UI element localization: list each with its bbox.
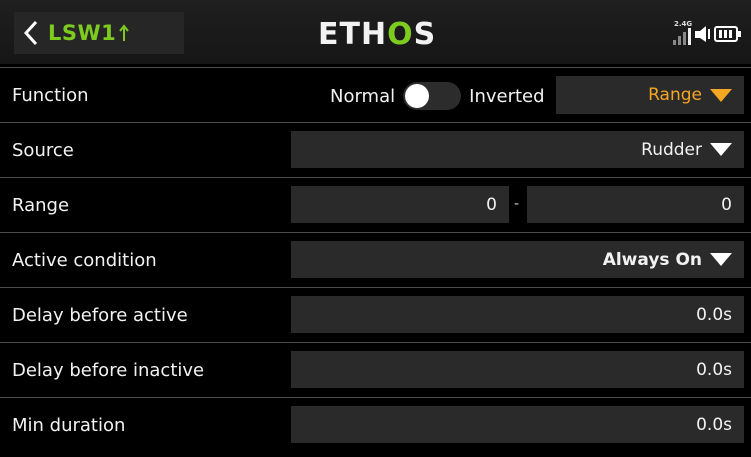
row-source: Source Rudder bbox=[0, 122, 751, 177]
battery-icon bbox=[714, 26, 741, 42]
delay-inactive-field[interactable]: 0.0s bbox=[291, 351, 744, 388]
row-delay-active: Delay before active 0.0s bbox=[0, 287, 751, 342]
row-range: Range 0 - 0 bbox=[0, 177, 751, 232]
speaker-icon bbox=[695, 26, 710, 42]
range-separator: - bbox=[514, 196, 520, 212]
toggle-knob bbox=[405, 84, 430, 108]
delay-inactive-label: Delay before inactive bbox=[12, 359, 205, 381]
toggle-inverted-label: Inverted bbox=[469, 85, 545, 107]
function-label: Function bbox=[12, 84, 89, 106]
range-max-value: 0 bbox=[721, 194, 732, 215]
logo-text-main: ETH bbox=[318, 16, 388, 52]
back-button[interactable]: LSW1 bbox=[14, 12, 184, 54]
row-function: Function Normal Inverted Range bbox=[0, 67, 751, 122]
toggle-normal-label: Normal bbox=[330, 85, 396, 107]
source-dropdown[interactable]: Rudder bbox=[291, 131, 744, 168]
chevron-down-icon bbox=[710, 88, 732, 102]
delay-active-label: Delay before active bbox=[12, 304, 188, 326]
inverted-toggle[interactable] bbox=[403, 82, 462, 110]
function-dropdown[interactable]: Range bbox=[556, 76, 744, 114]
range-min-value: 0 bbox=[486, 194, 497, 215]
delay-active-field[interactable]: 0.0s bbox=[291, 296, 744, 333]
min-duration-label: Min duration bbox=[12, 414, 126, 436]
range-label: Range bbox=[12, 194, 70, 216]
back-chevron-icon bbox=[14, 12, 48, 54]
active-condition-dropdown[interactable]: Always On bbox=[291, 241, 744, 278]
delay-inactive-value: 0.0s bbox=[696, 359, 732, 380]
chevron-down-icon bbox=[710, 143, 732, 156]
title-bar: LSW1 ETH O S 2.4G bbox=[0, 0, 751, 64]
status-area: 2.4G bbox=[672, 18, 742, 48]
min-duration-value: 0.0s bbox=[696, 414, 732, 435]
range-min-field[interactable]: 0 bbox=[291, 186, 509, 223]
active-condition-label: Active condition bbox=[12, 249, 157, 271]
active-condition-value: Always On bbox=[602, 249, 702, 270]
page-title: LSW1 bbox=[48, 21, 117, 45]
row-delay-inactive: Delay before inactive 0.0s bbox=[0, 342, 751, 397]
logo-text-accent: O bbox=[387, 16, 414, 52]
delay-active-value: 0.0s bbox=[696, 304, 732, 325]
source-label: Source bbox=[12, 139, 74, 161]
signal-bars-icon bbox=[673, 28, 691, 45]
range-max-field[interactable]: 0 bbox=[527, 186, 744, 223]
chevron-down-icon bbox=[710, 253, 732, 266]
sort-arrow-icon bbox=[119, 24, 130, 42]
ethos-logo: ETH O S bbox=[318, 14, 436, 54]
row-min-duration: Min duration 0.0s bbox=[0, 397, 751, 452]
min-duration-field[interactable]: 0.0s bbox=[291, 406, 744, 443]
source-value: Rudder bbox=[641, 139, 702, 160]
row-active-condition: Active condition Always On bbox=[0, 232, 751, 287]
function-value: Range bbox=[648, 85, 702, 105]
logo-text-tail: S bbox=[413, 16, 437, 52]
function-polarity-switch: Normal Inverted bbox=[330, 81, 545, 111]
